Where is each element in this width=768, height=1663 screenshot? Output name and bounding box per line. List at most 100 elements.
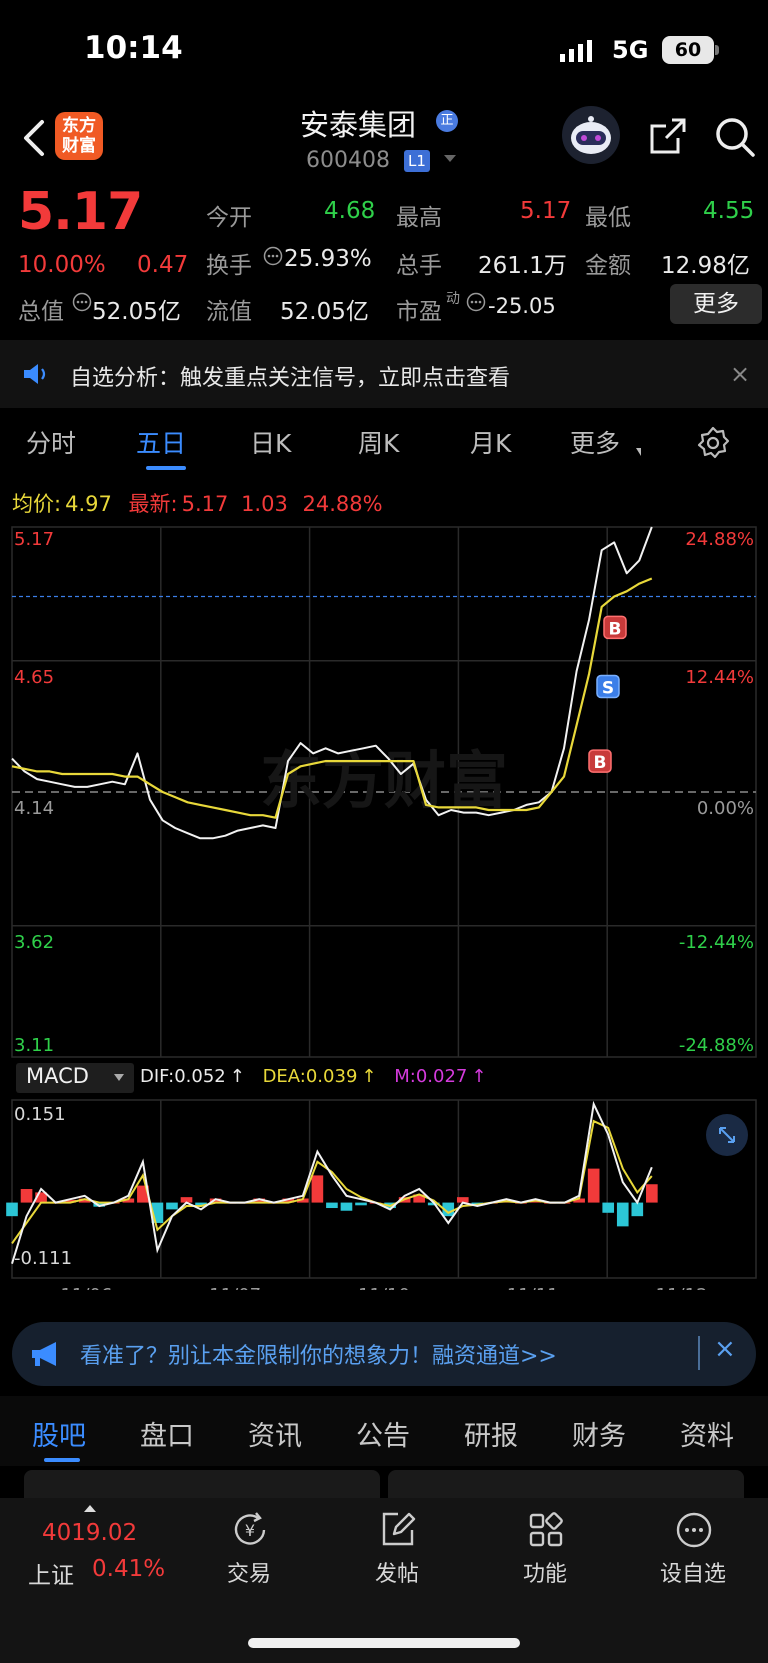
nav-post[interactable]: 发帖 xyxy=(375,1556,419,1588)
avg-value: 4.97 xyxy=(65,492,112,516)
share-icon[interactable] xyxy=(648,116,688,156)
tab-research[interactable]: 研报 xyxy=(464,1414,518,1453)
nav-add-watchlist[interactable]: 设自选 xyxy=(660,1556,726,1588)
macd-bar xyxy=(311,1175,324,1203)
y-left-tick: 4.14 xyxy=(14,798,54,819)
more-circle-icon[interactable] xyxy=(674,1510,714,1550)
y-left-tick: 5.17 xyxy=(14,529,54,550)
signal-icon xyxy=(560,40,592,62)
tab-weekly-k[interactable]: 周K xyxy=(358,424,399,460)
total-value-label: 总值 xyxy=(18,299,64,325)
y-right-tick: 0.00% xyxy=(697,798,754,819)
home-indicator xyxy=(248,1638,520,1648)
tab-profile[interactable]: 资料 xyxy=(680,1414,734,1453)
index-name[interactable]: 上证 xyxy=(28,1556,74,1590)
y-left-tick: 3.11 xyxy=(14,1035,54,1056)
dif-line xyxy=(11,1100,653,1264)
macd-bar xyxy=(340,1202,353,1211)
tab-more[interactable]: 更多 xyxy=(570,424,620,460)
m-arrow: ↑ xyxy=(471,1066,487,1087)
apps-grid-icon[interactable] xyxy=(526,1510,566,1550)
info-dots-icon[interactable] xyxy=(263,246,283,266)
tab-finance[interactable]: 财务 xyxy=(572,1414,626,1453)
close-icon[interactable]: × xyxy=(714,1334,736,1364)
battery-tip xyxy=(715,45,719,55)
avg-label: 均价: xyxy=(12,492,62,516)
tab-announcements[interactable]: 公告 xyxy=(356,1414,410,1453)
close-icon[interactable]: × xyxy=(730,360,750,388)
tab-daily-k[interactable]: 日K xyxy=(250,424,291,460)
y-right-tick: 12.44% xyxy=(685,667,754,688)
robot-assistant-icon[interactable] xyxy=(562,106,620,164)
sell-marker: S xyxy=(602,679,614,699)
amount-value: 12.98亿 xyxy=(661,253,750,279)
stock-badge: 正 xyxy=(436,110,458,132)
index-change[interactable]: 0.41% xyxy=(92,1556,165,1582)
five-day-chart[interactable]: 东方财富 B S B 5.17 4.65 4.14 3.62 3.11 24.88% 12.44… xyxy=(0,520,768,1290)
logo-line2: 财富 xyxy=(62,136,96,156)
notice-text[interactable]: 自选分析：触发重点关注信号，立即点击查看 xyxy=(70,360,510,392)
macd-label[interactable]: MACD xyxy=(26,1064,89,1088)
float-value: 52.05亿 xyxy=(280,299,369,325)
more-quote-button[interactable]: 更多 xyxy=(670,284,762,324)
active-tab-underline xyxy=(146,466,186,470)
x-tick: 11/07 xyxy=(209,1285,261,1290)
tab-five-day[interactable]: 五日 xyxy=(136,424,186,460)
promo-text[interactable]: 看准了？别让本金限制你的想象力！融资通道>> xyxy=(80,1338,557,1370)
macd-frame xyxy=(11,1099,757,1279)
logo-line1: 东方 xyxy=(62,116,96,136)
info-dots-icon[interactable] xyxy=(72,292,92,312)
info-dots-icon[interactable] xyxy=(466,292,486,312)
tab-news[interactable]: 资讯 xyxy=(248,1414,302,1453)
nav-trade[interactable]: 交易 xyxy=(227,1556,271,1588)
tab-intraday[interactable]: 分时 xyxy=(26,424,76,460)
tab-orderbook[interactable]: 盘口 xyxy=(140,1414,194,1453)
macd-chart: 0.151 -0.111 11/06 11/07 11/10 11/11 11/12 xyxy=(6,1099,757,1290)
macd-values: DIF:0.052 ↑ DEA:0.039 ↑ M:0.027 ↑ xyxy=(140,1066,486,1087)
dea-arrow: ↑ xyxy=(361,1066,377,1087)
chevron-down-icon[interactable] xyxy=(444,155,456,162)
volume-value: 261.1万 xyxy=(478,253,567,279)
tab-forum[interactable]: 股吧 xyxy=(32,1414,86,1453)
app-logo[interactable]: 东方 财富 xyxy=(55,112,103,160)
macd-bar xyxy=(646,1184,658,1203)
level-badge[interactable]: L1 xyxy=(404,150,430,172)
low-value: 4.55 xyxy=(703,198,755,224)
expand-icon[interactable] xyxy=(706,1114,748,1156)
caret-up-icon[interactable] xyxy=(84,1505,96,1512)
amount-label: 金额 xyxy=(585,253,631,279)
tab-monthly-k[interactable]: 月K xyxy=(470,424,511,460)
megaphone-icon xyxy=(32,1342,56,1366)
latest-label: 最新: xyxy=(128,492,178,516)
change-percent: 10.00% xyxy=(18,252,106,278)
nav-functions[interactable]: 功能 xyxy=(523,1556,567,1588)
m-label: M: xyxy=(394,1066,416,1087)
macd-bar xyxy=(166,1202,178,1210)
back-icon[interactable] xyxy=(20,118,50,158)
clock: 10:14 xyxy=(84,30,183,66)
y-right-tick: 24.88% xyxy=(685,529,754,550)
index-value[interactable]: 4019.02 xyxy=(42,1520,137,1546)
stock-name: 安泰集团 xyxy=(300,108,417,142)
tab-more-caret xyxy=(636,448,641,456)
pe-superscript: 动 xyxy=(446,291,460,307)
trade-icon[interactable]: ¥ xyxy=(230,1510,270,1550)
x-tick: 11/12 xyxy=(656,1285,708,1290)
chart-grid: 东方财富 xyxy=(11,526,757,1058)
svg-text:¥: ¥ xyxy=(245,1521,255,1540)
macd-bar xyxy=(20,1189,33,1203)
latest-pct: 24.88% xyxy=(302,492,383,516)
macd-bar xyxy=(631,1202,644,1217)
promo-divider xyxy=(698,1336,700,1370)
high-label: 最高 xyxy=(396,205,442,231)
float-value-label: 流值 xyxy=(206,299,252,325)
network-type: 5G xyxy=(612,36,649,64)
high-value: 5.17 xyxy=(520,198,572,224)
search-icon[interactable] xyxy=(714,116,756,158)
chevron-down-icon[interactable] xyxy=(114,1074,124,1081)
dea-label: DEA: xyxy=(262,1066,306,1087)
gear-icon[interactable] xyxy=(696,426,730,460)
y-left-tick: 3.62 xyxy=(14,932,54,953)
total-value: 52.05亿 xyxy=(92,299,181,325)
compose-icon[interactable] xyxy=(378,1510,418,1550)
